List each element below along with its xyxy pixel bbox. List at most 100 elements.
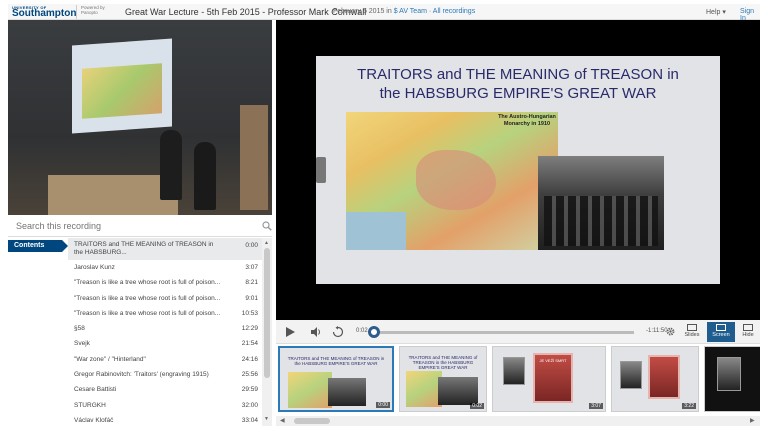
list-item[interactable]: "Treason is like a tree whose root is fu… <box>68 291 272 306</box>
list-item-label: Václav Klofáč <box>74 416 114 424</box>
slides-icon <box>687 324 697 331</box>
thumbnail[interactable]: TRAITORS and THE MEANING of TREASON in t… <box>399 346 487 412</box>
list-item-time: 0:00 <box>245 242 258 249</box>
list-item[interactable]: "War zone" / "Hinterland" 24:16 <box>68 352 272 367</box>
hide-label: Hide <box>742 332 754 338</box>
thumbnail-time: 3:07 <box>589 403 603 409</box>
list-item-time: 3:07 <box>245 264 258 271</box>
recording-title: Great War Lecture - 5th Feb 2015 - Profe… <box>125 7 367 17</box>
thumbnail-time: 0:00 <box>376 402 390 408</box>
speaker-video[interactable] <box>8 20 272 215</box>
list-item-label: Cesare Battisti <box>74 386 117 394</box>
gear-icon[interactable] <box>665 326 676 337</box>
search-icon[interactable] <box>262 221 272 231</box>
slide-photo-image <box>538 156 664 250</box>
thumbnail-time: 3:22 <box>682 403 696 409</box>
speaker-figure <box>160 130 182 200</box>
list-item-time: 25:56 <box>241 371 258 379</box>
scroll-left-icon[interactable]: ◀ <box>280 417 285 424</box>
scroll-down-icon[interactable]: ▼ <box>264 416 269 422</box>
thumbnail[interactable]: JE VEŽÍ SMRT 3:07 <box>492 346 606 412</box>
list-item-time: 21:54 <box>241 340 258 348</box>
list-item-time: 10:53 <box>241 309 258 317</box>
speaker-figure <box>194 142 216 210</box>
list-item-time: 9:01 <box>245 294 258 302</box>
scroll-thumb[interactable] <box>264 248 270 378</box>
list-item-time: 24:16 <box>241 355 258 363</box>
list-item-label: "Treason is like a tree whose root is fu… <box>74 294 221 302</box>
list-item-label: TRAITORS and THE MEANING of TREASON in t… <box>74 241 214 256</box>
list-item[interactable]: Gregor Rabinovitch: 'Traitors' (engravin… <box>68 367 272 382</box>
slide-view: TRAITORS and THE MEANING of TREASON in t… <box>316 56 720 284</box>
video-door <box>240 105 268 210</box>
current-time: 0:02 <box>356 328 368 334</box>
screen-icon <box>716 324 726 331</box>
thumbnail[interactable]: 3:22 <box>611 346 699 412</box>
progress-bar[interactable] <box>372 331 634 334</box>
logo-name: Southampton <box>12 8 77 19</box>
list-item-label: "Treason is like a tree whose root is fu… <box>74 309 221 317</box>
list-item[interactable]: "Treason is like a tree whose root is fu… <box>68 275 272 290</box>
contents-list: TRAITORS and THE MEANING of TREASON in t… <box>68 238 272 426</box>
top-bar: UNIVERSITY OF Southampton Powered by Pan… <box>8 4 760 22</box>
thumbnail-scrollbar[interactable]: ◀ ▶ <box>276 416 760 426</box>
university-logo[interactable]: UNIVERSITY OF Southampton <box>12 5 76 19</box>
all-recordings-link[interactable]: All recordings <box>433 8 475 15</box>
list-item[interactable]: "Treason is like a tree whose root is fu… <box>68 306 272 321</box>
tab-contents[interactable]: Contents <box>8 240 68 252</box>
thumbnail-strip: TRAITORS and THE MEANING of TREASON in t… <box>276 344 760 416</box>
contents-panel: Contents TRAITORS and THE MEANING of TRE… <box>8 238 272 426</box>
book-cover-image: JE VEŽÍ SMRT <box>533 353 573 403</box>
list-item[interactable]: Václav Klofáč 33:04 <box>68 413 272 426</box>
map-label: The Austro-Hungarian Monarchy in 1910 <box>498 114 556 127</box>
contents-scrollbar[interactable]: ▲ ▼ <box>262 238 272 426</box>
slide-title-line: the HABSBURG EMPIRE'S GREAT WAR <box>379 85 657 102</box>
list-item[interactable]: TRAITORS and THE MEANING of TREASON in t… <box>68 238 272 260</box>
volume-icon[interactable] <box>310 326 322 338</box>
meta-separator: · <box>428 8 432 15</box>
list-item-label: Gregor Rabinovitch: 'Traitors' (engravin… <box>74 371 209 379</box>
list-item-label: "War zone" / "Hinterland" <box>74 355 146 363</box>
list-item-time: 32:00 <box>241 401 258 409</box>
thumbnail[interactable]: TRAITORS and THE MEANING of TREASON in t… <box>278 346 394 412</box>
recording-meta: February 5 2015 in $ AV Team · All recor… <box>333 8 475 15</box>
list-item-time: 29:59 <box>241 386 258 394</box>
thumbnail-title: TRAITORS and THE MEANING of TREASON in t… <box>408 355 478 370</box>
list-item-time: 33:04 <box>241 416 258 424</box>
slide-title-line: TRAITORS and THE MEANING of TREASON in <box>357 66 679 83</box>
list-item-label: STÜRGKH <box>74 401 106 409</box>
book-cover-text: JE VEŽÍ SMRT <box>539 358 567 363</box>
powered-by: Powered by Panopto <box>76 5 116 19</box>
list-item-label: §58 <box>74 325 85 333</box>
video-podium <box>48 175 178 215</box>
list-item[interactable]: Švejk 21:54 <box>68 336 272 351</box>
scroll-thumb[interactable] <box>294 418 330 424</box>
help-menu[interactable]: Help ▾ <box>706 8 726 16</box>
recording-date: February 5 2015 in <box>333 8 392 15</box>
portrait-image <box>620 361 642 389</box>
player-controls: 0:02 -1:11:50 Slides Screen Hide <box>276 320 760 344</box>
list-item[interactable]: Jaroslav Kunz 3:07 <box>68 260 272 275</box>
book-cover-image <box>648 355 680 399</box>
rewind-icon[interactable] <box>332 326 344 338</box>
list-item[interactable]: Cesare Battisti 29:59 <box>68 382 272 397</box>
slides-button[interactable]: Slides <box>680 322 704 342</box>
panel-resize-handle[interactable] <box>316 157 326 183</box>
scroll-right-icon[interactable]: ▶ <box>750 417 755 424</box>
list-item[interactable]: §58 12:29 <box>68 321 272 336</box>
folder-link[interactable]: $ AV Team <box>394 8 427 15</box>
list-item-time: 8:21 <box>245 279 258 287</box>
slide-title: TRAITORS and THE MEANING of TREASON in t… <box>316 65 720 103</box>
list-item-label: Jaroslav Kunz <box>74 264 115 271</box>
list-item[interactable]: STÜRGKH 32:00 <box>68 398 272 413</box>
projector-screen <box>72 38 172 134</box>
scroll-up-icon[interactable]: ▲ <box>264 240 269 246</box>
play-icon[interactable] <box>286 327 295 337</box>
screen-button[interactable]: Screen <box>707 322 735 342</box>
hide-button[interactable]: Hide <box>736 322 760 342</box>
search-input[interactable] <box>16 219 246 233</box>
progress-knob[interactable] <box>368 326 380 338</box>
slide-map-image: The Austro-Hungarian Monarchy in 1910 <box>346 112 558 250</box>
screen-label: Screen <box>712 332 730 338</box>
thumbnail[interactable] <box>704 346 760 412</box>
